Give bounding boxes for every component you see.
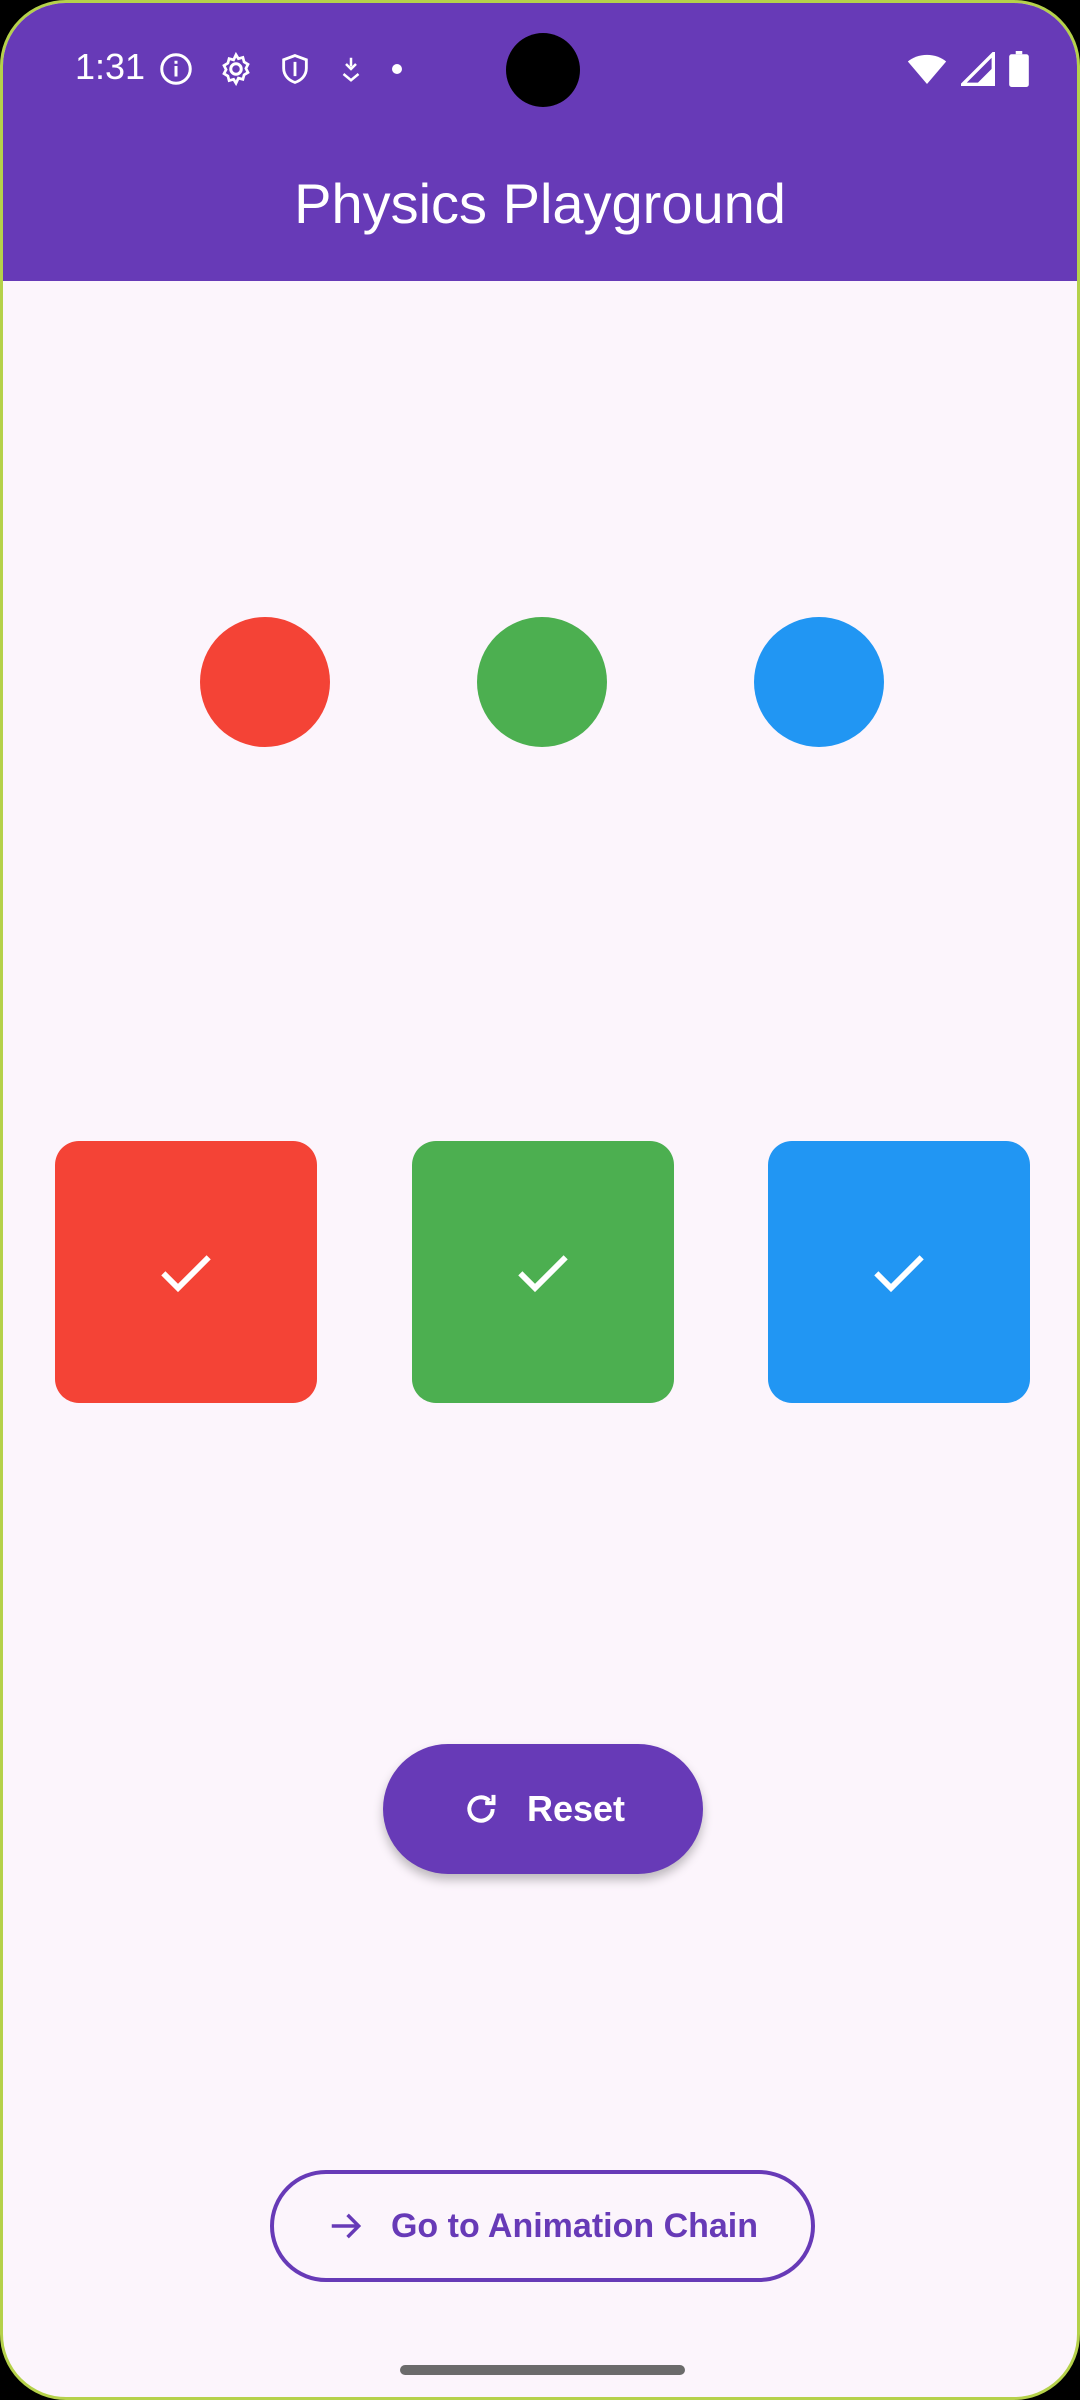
signal-icon: [961, 52, 995, 86]
front-camera: [506, 33, 580, 107]
check-icon: [874, 1255, 924, 1293]
settings-icon: [222, 51, 250, 87]
status-notification-icons: [158, 51, 404, 87]
status-bar: 1:31: [3, 3, 1077, 135]
drop-target-red[interactable]: [55, 1141, 317, 1403]
status-system-icons: [907, 51, 1029, 87]
app-bar: Physics Playground: [3, 135, 1077, 281]
reset-label: Reset: [526, 1788, 626, 1829]
status-time: 1:31: [75, 46, 146, 87]
page-title: Physics Playground: [294, 171, 786, 235]
shield-icon: [282, 54, 308, 84]
check-icon: [161, 1255, 211, 1293]
refresh-icon: [467, 1794, 496, 1823]
arrow-right-icon: [331, 2213, 362, 2239]
device-frame: 1:31 Physics Playground Reset Go to Anim…: [0, 0, 1080, 2400]
battery-icon: [1009, 51, 1029, 87]
draggable-circle-green[interactable]: [477, 617, 607, 747]
download-icon: [342, 57, 360, 82]
go-to-animation-chain-button[interactable]: Go to Animation Chain: [270, 2170, 815, 2282]
wifi-icon: [907, 54, 947, 84]
reset-button[interactable]: Reset: [383, 1744, 703, 1874]
drop-target-blue[interactable]: [768, 1141, 1030, 1403]
draggable-circle-blue[interactable]: [754, 617, 884, 747]
go-to-animation-chain-label: Go to Animation Chain: [390, 2206, 759, 2245]
home-indicator[interactable]: [400, 2365, 685, 2375]
dot-icon: [392, 64, 402, 74]
info-icon: [160, 53, 192, 85]
draggable-circle-red[interactable]: [200, 617, 330, 747]
drop-target-green[interactable]: [412, 1141, 674, 1403]
check-icon: [518, 1255, 568, 1293]
